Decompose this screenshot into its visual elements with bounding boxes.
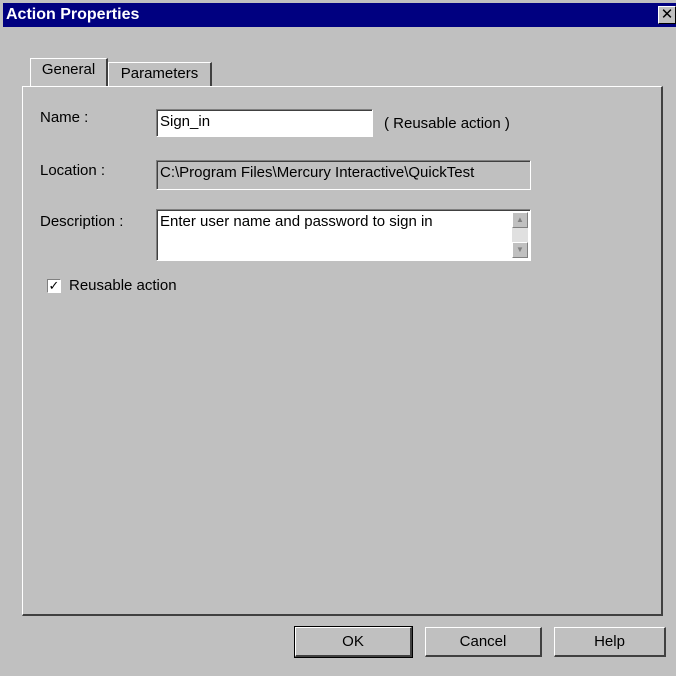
help-button-label: Help [594,633,625,650]
name-label: Name : [40,109,89,126]
window-title: Action Properties [6,6,140,23]
tab-parameters-label: Parameters [120,65,199,82]
reusable-note: ( Reusable action ) [384,115,510,132]
scroll-up-icon[interactable]: ▲ [512,212,528,228]
dialog-window: Action Properties ✕ General Parameters N… [0,0,676,676]
location-field: C:\Program Files\Mercury Interactive\Qui… [156,160,531,190]
scroll-down-icon[interactable]: ▼ [512,242,528,258]
name-input[interactable]: Sign_in [156,109,373,137]
general-tab-panel: Name : Sign_in ( Reusable action ) Locat… [22,86,663,616]
tab-general[interactable]: General [30,58,108,86]
location-label: Location : [40,162,106,179]
checkmark-icon: ✓ [48,278,60,293]
ok-button-label: OK [342,633,364,650]
reusable-checkbox-label[interactable]: Reusable action [69,277,177,295]
description-text: Enter user name and password to sign in [160,213,433,230]
help-button[interactable]: Help [554,627,666,657]
close-icon: ✕ [660,6,674,23]
description-label: Description : [40,213,124,230]
title-bar[interactable]: Action Properties ✕ [3,3,676,27]
reusable-checkbox[interactable]: ✓ [47,279,61,293]
description-scrollbar[interactable]: ▲ ▼ [512,212,528,258]
cancel-button-label: Cancel [459,633,507,650]
tab-general-label: General [41,61,96,78]
close-button[interactable]: ✕ [658,6,676,24]
cancel-button[interactable]: Cancel [425,627,542,657]
description-textarea[interactable]: Enter user name and password to sign in … [156,209,531,261]
tab-parameters[interactable]: Parameters [108,62,212,86]
ok-button[interactable]: OK [294,626,413,658]
